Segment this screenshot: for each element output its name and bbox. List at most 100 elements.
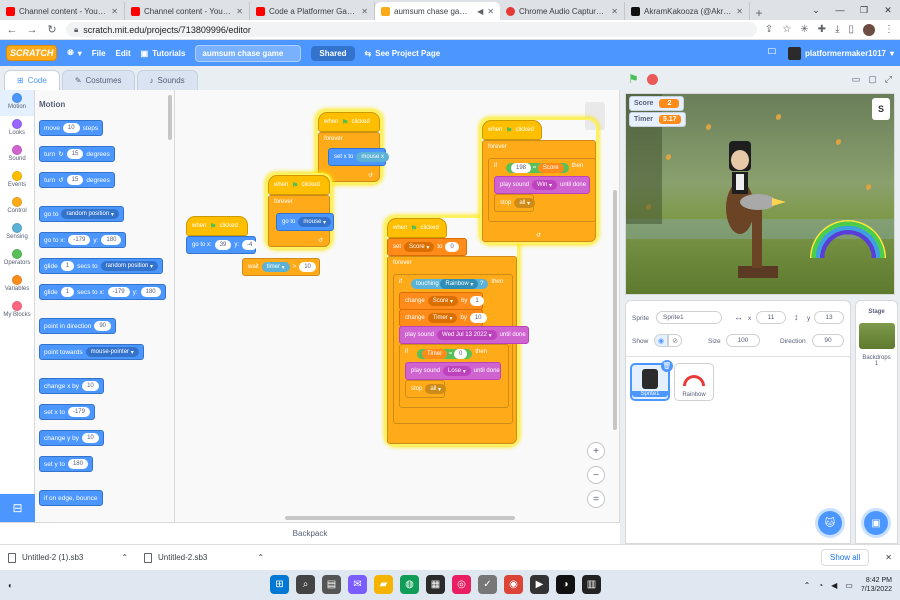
category-variables[interactable]: Variables bbox=[0, 272, 34, 298]
show-all-button[interactable]: Show all bbox=[821, 549, 870, 566]
app-icon[interactable]: ◎ bbox=[452, 575, 471, 594]
script-follow-mouse[interactable]: when ⚑ clicked forever ↺ go to mouse ▾ bbox=[268, 175, 334, 247]
chrome-icon[interactable]: ◉ bbox=[504, 575, 523, 594]
stop-button[interactable] bbox=[646, 73, 658, 85]
script-win-check[interactable]: when ⚑ clicked forever ↺ if 198 = Score then … bbox=[482, 120, 596, 242]
browser-tab[interactable]: Channel content - YouTube Studio✕ bbox=[0, 2, 125, 20]
script-game-logic[interactable]: when ⚑ clicked set Score ▾ to 0 forever if tou… bbox=[387, 218, 529, 444]
category-motion[interactable]: Motion bbox=[0, 90, 34, 116]
zoom-reset-button[interactable]: = bbox=[587, 490, 605, 508]
chevron-up-icon[interactable]: ⌃ bbox=[121, 553, 128, 562]
clock[interactable]: 8:42 PM 7/13/2022 bbox=[861, 576, 892, 594]
my-stuff-icon[interactable]: 🗀 bbox=[768, 46, 776, 60]
url-input[interactable]: 🔒︎ scratch.mit.edu/projects/713809996/ed… bbox=[66, 22, 757, 37]
sprite-tile-rainbow[interactable]: Rainbow bbox=[674, 363, 714, 401]
close-tab-icon[interactable]: ✕ bbox=[361, 7, 368, 16]
new-tab-button[interactable]: + bbox=[750, 6, 768, 20]
sprite-size-input[interactable]: 100 bbox=[726, 334, 760, 347]
when-flag-clicked-block[interactable]: when ⚑ clicked bbox=[318, 112, 380, 132]
go-to-xy-block[interactable]: go to x: 39 y: -4 bbox=[186, 236, 258, 254]
wifi-icon[interactable]: ◔ bbox=[818, 581, 823, 590]
palette-block-glide-xy[interactable]: glide 1 secs to x: -179 y: 180 bbox=[39, 284, 166, 300]
go-to-mouse-block[interactable]: go to mouse ▾ bbox=[276, 213, 334, 231]
start-icon[interactable]: ⊞ bbox=[270, 575, 289, 594]
sprite-direction-input[interactable]: 90 bbox=[812, 334, 844, 347]
download-icon[interactable]: ⤓ bbox=[835, 24, 839, 35]
palette-block-set-x[interactable]: set x to -179 bbox=[39, 404, 95, 420]
script-follow-mouse-x[interactable]: when ⚑ clicked forever ↺ set x to mouse x bbox=[318, 112, 390, 182]
fullscreen-icon[interactable]: ⤢ bbox=[885, 74, 892, 85]
workspace-vertical-scrollbar[interactable] bbox=[613, 190, 617, 430]
when-flag-clicked-block[interactable]: when ⚑ clicked bbox=[482, 120, 542, 140]
stop-all-block[interactable]: stop all ▾ bbox=[494, 194, 536, 212]
score-monitor[interactable]: Score 2 bbox=[629, 96, 685, 111]
tutorials-button[interactable]: ▣ Tutorials bbox=[141, 49, 186, 58]
browser-tab-active[interactable]: aumsum chase game on Scratch◀✕ bbox=[375, 2, 500, 20]
stage-canvas[interactable]: Score 2 Timer 5.17 S bbox=[625, 93, 895, 295]
weather-icon[interactable]: ◐ bbox=[8, 581, 13, 590]
workspace-horizontal-scrollbar[interactable] bbox=[285, 516, 515, 520]
hide-sprite-button[interactable]: ⊘ bbox=[668, 334, 682, 347]
palette-block-turn-left[interactable]: turn ↺ 15 degrees bbox=[39, 172, 115, 188]
when-flag-clicked-block[interactable]: when ⚑ clicked bbox=[186, 216, 248, 236]
app-icon[interactable]: ▥ bbox=[582, 575, 601, 594]
play-win-sound-block[interactable]: play sound Win ▾ until done bbox=[494, 176, 590, 194]
tray-chevron-icon[interactable]: ⌃ bbox=[804, 581, 811, 590]
category-looks[interactable]: Looks bbox=[0, 116, 34, 142]
app-icon[interactable]: ▶ bbox=[530, 575, 549, 594]
see-project-page-button[interactable]: ⇆ See Project Page bbox=[365, 49, 441, 58]
audio-icon[interactable]: ◀ bbox=[477, 7, 483, 16]
edge-icon[interactable]: ◍ bbox=[400, 575, 419, 594]
minimize-icon[interactable]: — bbox=[828, 0, 852, 20]
change-score-block[interactable]: change Score ▾ by 1 bbox=[399, 292, 484, 310]
rainbow-sprite[interactable] bbox=[810, 220, 886, 258]
when-flag-clicked-block[interactable]: when ⚑ clicked bbox=[387, 218, 447, 238]
shared-button[interactable]: Shared bbox=[311, 45, 355, 61]
category-sound[interactable]: Sound bbox=[0, 142, 34, 168]
timer-monitor[interactable]: Timer 5.17 bbox=[629, 112, 686, 127]
close-window-icon[interactable]: ✕ bbox=[876, 0, 900, 20]
file-explorer-icon[interactable]: ▰ bbox=[374, 575, 393, 594]
choose-backdrop-button[interactable]: ▣ bbox=[864, 511, 888, 535]
tab-sounds[interactable]: ♪ Sounds bbox=[136, 70, 198, 90]
browser-tab[interactable]: AkramKakooza (@AkramKakooza)✕ bbox=[625, 2, 750, 20]
task-view-icon[interactable]: ▤ bbox=[322, 575, 341, 594]
palette-block-edge-bounce[interactable]: if on edge, bounce bbox=[39, 490, 103, 506]
search-icon[interactable]: ⌕ bbox=[296, 575, 315, 594]
palette-block-goto-xy[interactable]: go to x: -179 y: 180 bbox=[39, 232, 127, 248]
sprite-name-input[interactable]: Sprite1 bbox=[656, 311, 722, 324]
script-workspace[interactable]: when ⚑ clicked forever ↺ set x to mouse x wh… bbox=[175, 90, 620, 522]
edit-menu[interactable]: Edit bbox=[116, 49, 131, 58]
close-tab-icon[interactable]: ✕ bbox=[736, 7, 743, 16]
forward-icon[interactable]: → bbox=[26, 24, 38, 36]
share-icon[interactable]: ⇪ bbox=[765, 24, 773, 35]
puzzle-icon[interactable]: ✚ bbox=[818, 24, 826, 35]
app-icon[interactable]: ✓ bbox=[478, 575, 497, 594]
category-events[interactable]: Events bbox=[0, 168, 34, 194]
large-stage-icon[interactable]: ▢ bbox=[868, 74, 877, 85]
menu-icon[interactable]: ⋮ bbox=[884, 24, 894, 35]
palette-block-goto[interactable]: go to random position ▾ bbox=[39, 206, 124, 222]
category-my-blocks[interactable]: My Blocks bbox=[0, 298, 34, 324]
zoom-in-button[interactable]: + bbox=[587, 442, 605, 460]
sprite-characters[interactable] bbox=[714, 136, 786, 281]
extension-icon[interactable]: ✳ bbox=[800, 24, 808, 35]
change-timer-block[interactable]: change Timer ▾ by 10 bbox=[399, 309, 487, 327]
add-extension-button[interactable]: ⊟ bbox=[0, 494, 35, 522]
project-title-input[interactable]: aumsum chase game bbox=[195, 44, 302, 62]
zoom-out-button[interactable]: − bbox=[587, 466, 605, 484]
back-icon[interactable]: ← bbox=[6, 24, 18, 36]
profile-avatar[interactable] bbox=[863, 23, 875, 36]
palette-block-turn-right[interactable]: turn ↻ 15 degrees bbox=[39, 146, 115, 162]
restore-icon[interactable]: ❐ bbox=[852, 0, 876, 20]
tab-search-icon[interactable]: ⌄ bbox=[804, 0, 828, 20]
palette-block-point-towards[interactable]: point towards mouse-pointer ▾ bbox=[39, 344, 144, 360]
category-operators[interactable]: Operators bbox=[0, 246, 34, 272]
close-tab-icon[interactable]: ✕ bbox=[611, 7, 618, 16]
close-tab-icon[interactable]: ✕ bbox=[487, 7, 494, 16]
palette-block-move[interactable]: move 10 steps bbox=[39, 120, 104, 136]
script-start-position[interactable]: when ⚑ clicked go to x: 39 y: -4 bbox=[186, 216, 258, 256]
file-menu[interactable]: File bbox=[92, 49, 106, 58]
play-sound-block[interactable]: play sound Wed Jul 13 2022 ▾ until done bbox=[399, 326, 529, 344]
browser-tab[interactable]: Channel content - YouTube Studio✕ bbox=[125, 2, 250, 20]
